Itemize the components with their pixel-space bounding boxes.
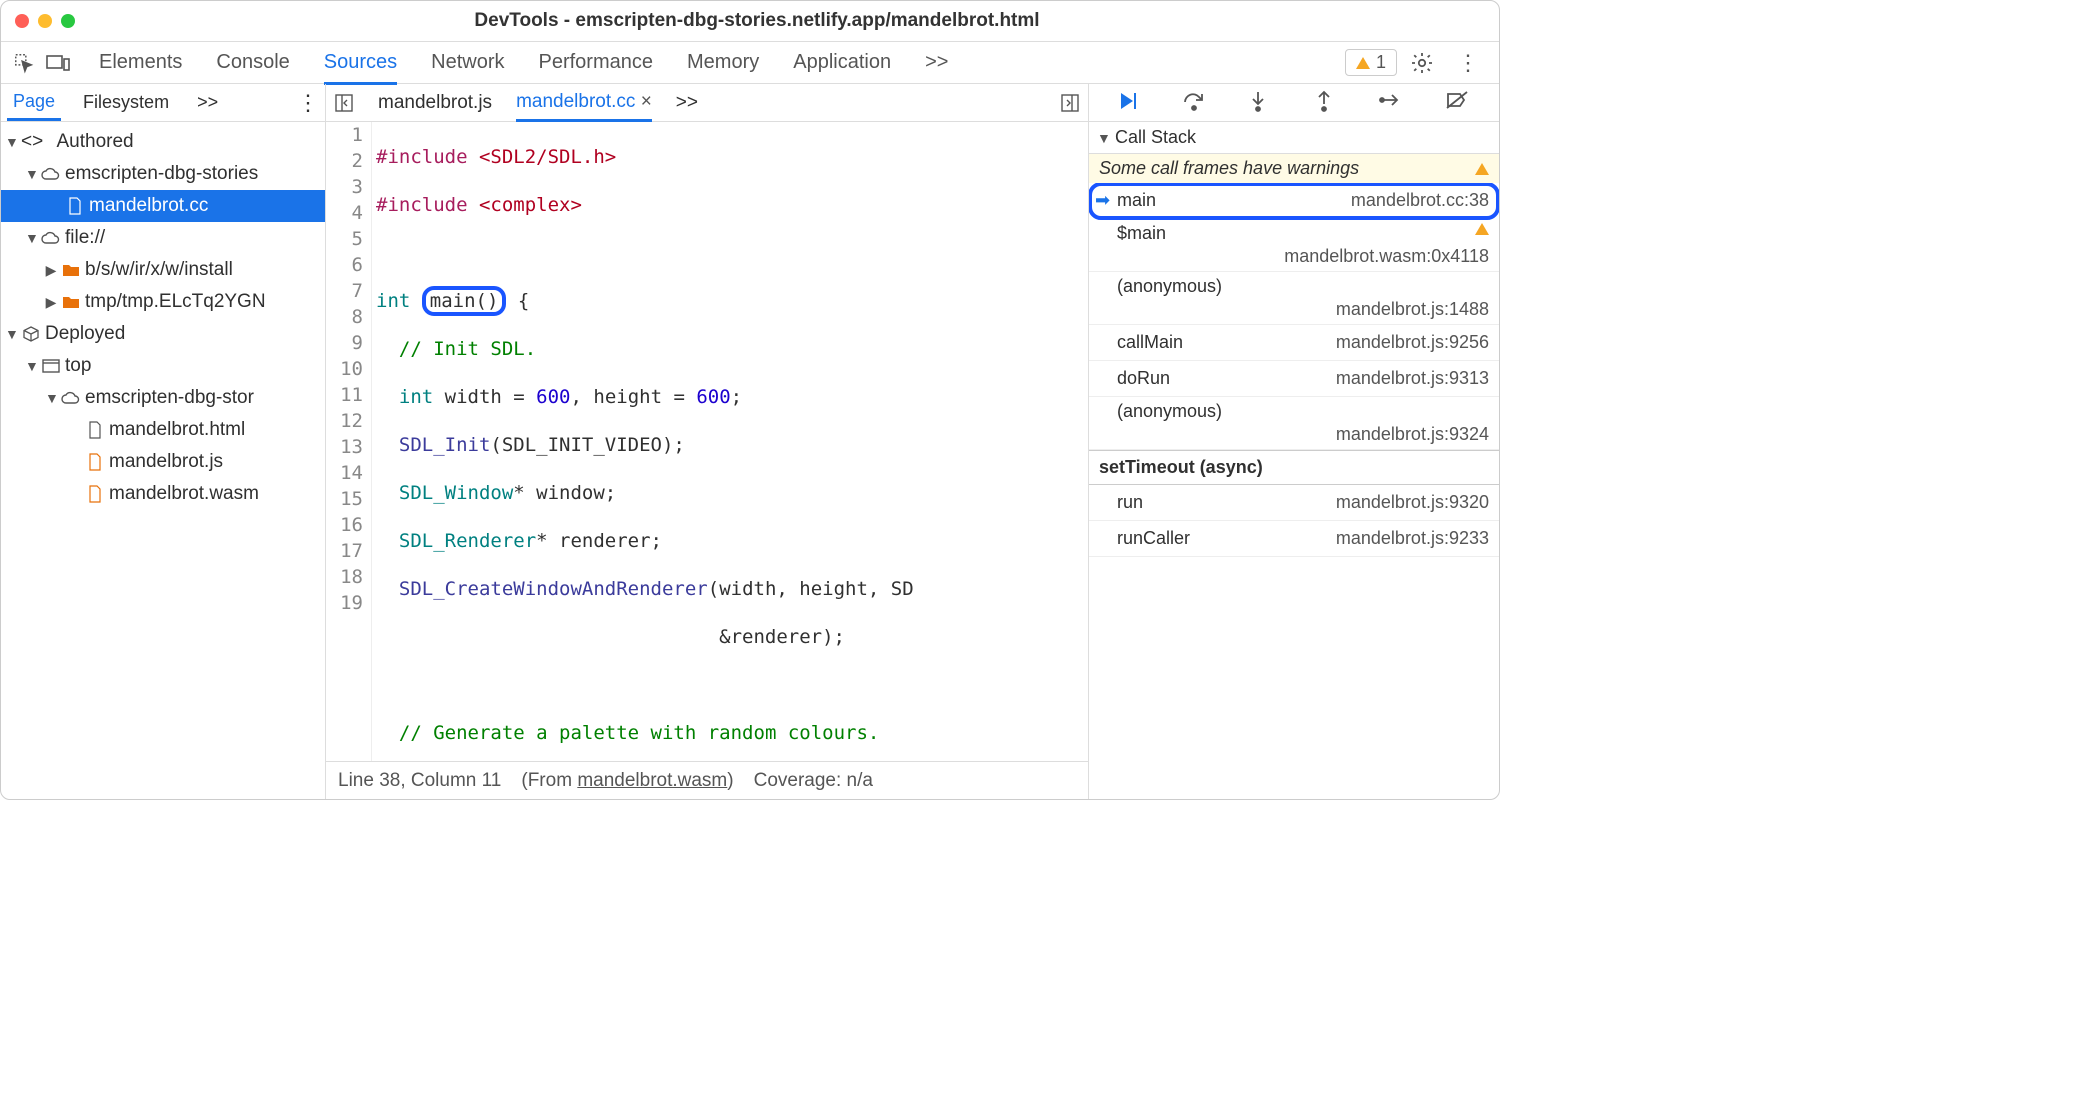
tab-sources[interactable]: Sources: [324, 43, 397, 85]
deactivate-breakpoints-icon[interactable]: [1445, 90, 1471, 116]
current-frame-arrow-icon: ➡: [1095, 190, 1110, 211]
window-titlebar: DevTools - emscripten-dbg-stories.netlif…: [1, 1, 1499, 41]
async-header: setTimeout (async): [1089, 450, 1499, 485]
navigator-sidebar: Page Filesystem >> ⋮ ▼<> Authored ▼emscr…: [1, 84, 326, 799]
settings-gear-icon[interactable]: [1409, 50, 1435, 76]
step-icon[interactable]: [1379, 90, 1405, 116]
callstack-list: ➡ mainmandelbrot.cc:38 $main mandelbrot.…: [1089, 183, 1499, 557]
tab-application[interactable]: Application: [793, 43, 891, 83]
box-icon: [21, 324, 41, 344]
folder-icon: [61, 292, 81, 312]
file-icon: [85, 452, 105, 472]
stack-frame-anon-2[interactable]: (anonymous)mandelbrot.js:9324: [1089, 397, 1499, 450]
close-window-button[interactable]: [15, 14, 29, 28]
debugger-panel: ▼Call Stack Some call frames have warnin…: [1089, 84, 1499, 799]
stack-frame-callmain[interactable]: callMainmandelbrot.js:9256: [1089, 325, 1499, 361]
tabs-overflow[interactable]: >>: [925, 43, 948, 83]
tree-deployed[interactable]: ▼Deployed: [1, 318, 325, 350]
devtools-main-toolbar: Elements Console Sources Network Perform…: [1, 41, 1499, 84]
warning-icon: [1475, 223, 1489, 235]
traffic-lights: [15, 14, 75, 28]
toggle-navigator-icon[interactable]: [334, 93, 354, 113]
tab-performance[interactable]: Performance: [539, 43, 654, 83]
file-icon: [65, 196, 85, 216]
warning-count-badge[interactable]: 1: [1345, 49, 1397, 76]
frame-icon: [41, 356, 61, 376]
more-menu-icon[interactable]: ⋮: [1455, 50, 1481, 76]
stack-frame-dollar-main[interactable]: $main mandelbrot.wasm:0x4118: [1089, 219, 1499, 272]
maximize-window-button[interactable]: [61, 14, 75, 28]
step-into-icon[interactable]: [1248, 90, 1274, 116]
file-icon: [85, 484, 105, 504]
file-tab-js[interactable]: mandelbrot.js: [378, 86, 492, 120]
toggle-debugger-icon[interactable]: [1060, 93, 1080, 113]
device-toggle-icon[interactable]: [45, 50, 71, 76]
inspect-icon[interactable]: [11, 50, 37, 76]
navigator-tab-page[interactable]: Page: [7, 85, 61, 121]
callstack-header[interactable]: ▼Call Stack: [1089, 122, 1499, 154]
tree-top[interactable]: ▼top: [1, 350, 325, 382]
code-editor[interactable]: 12345678910111213141516171819 #include <…: [326, 122, 1088, 761]
file-tab-cc[interactable]: mandelbrot.cc ×: [516, 85, 652, 122]
tab-memory[interactable]: Memory: [687, 43, 759, 83]
stack-frame-runcaller[interactable]: runCallermandelbrot.js:9233: [1089, 521, 1499, 557]
line-gutter: 12345678910111213141516171819: [326, 122, 372, 761]
navigator-more-icon[interactable]: ⋮: [297, 90, 319, 116]
coverage-info: Coverage: n/a: [754, 770, 873, 792]
file-tabs: mandelbrot.js mandelbrot.cc × >>: [326, 84, 1088, 122]
tree-domain-file[interactable]: ▼file://: [1, 222, 325, 254]
tree-file-wasm[interactable]: mandelbrot.wasm: [1, 478, 325, 510]
file-tree: ▼<> Authored ▼emscripten-dbg-stories man…: [1, 122, 325, 799]
tab-elements[interactable]: Elements: [99, 43, 182, 83]
tree-authored[interactable]: ▼<> Authored: [1, 126, 325, 158]
stack-frame-dorun[interactable]: doRunmandelbrot.js:9313: [1089, 361, 1499, 397]
navigator-tabs-overflow[interactable]: >>: [191, 86, 224, 119]
source-from: (From mandelbrot.wasm): [521, 770, 733, 792]
window-title: DevTools - emscripten-dbg-stories.netlif…: [15, 10, 1499, 32]
navigator-tabs: Page Filesystem >> ⋮: [1, 84, 325, 122]
cursor-position: Line 38, Column 11: [338, 770, 501, 792]
editor-panel: mandelbrot.js mandelbrot.cc × >> 1234567…: [326, 84, 1089, 799]
cloud-icon: [41, 164, 61, 184]
cloud-icon: [61, 388, 81, 408]
stack-frame-run[interactable]: runmandelbrot.js:9320: [1089, 485, 1499, 521]
callstack-warning: Some call frames have warnings: [1089, 154, 1499, 183]
minimize-window-button[interactable]: [38, 14, 52, 28]
cloud-icon: [41, 228, 61, 248]
panel-tabs: Elements Console Sources Network Perform…: [99, 43, 948, 83]
file-icon: [85, 420, 105, 440]
stack-frame-main[interactable]: ➡ mainmandelbrot.cc:38: [1089, 183, 1499, 219]
tree-folder-1[interactable]: ▶b/s/w/ir/x/w/install: [1, 254, 325, 286]
tab-console[interactable]: Console: [216, 43, 289, 83]
warning-count: 1: [1376, 52, 1386, 73]
folder-icon: [61, 260, 81, 280]
file-tabs-overflow[interactable]: >>: [676, 86, 698, 120]
close-tab-icon[interactable]: ×: [641, 91, 652, 112]
warning-icon: [1475, 163, 1489, 175]
editor-statusbar: Line 38, Column 11 (From mandelbrot.wasm…: [326, 761, 1088, 799]
tree-file-mandelbrot-cc[interactable]: mandelbrot.cc: [1, 190, 325, 222]
stack-frame-anon-1[interactable]: (anonymous)mandelbrot.js:1488: [1089, 272, 1499, 325]
tree-file-html[interactable]: mandelbrot.html: [1, 414, 325, 446]
step-out-icon[interactable]: [1314, 90, 1340, 116]
tab-network[interactable]: Network: [431, 43, 504, 83]
resume-icon[interactable]: [1117, 90, 1143, 116]
tree-file-js[interactable]: mandelbrot.js: [1, 446, 325, 478]
debugger-controls: [1089, 84, 1499, 122]
highlight-main: main(): [422, 286, 507, 316]
code-body[interactable]: #include <SDL2/SDL.h> #include <complex>…: [372, 122, 1088, 761]
step-over-icon[interactable]: [1182, 90, 1208, 116]
tree-folder-2[interactable]: ▶tmp/tmp.ELcTq2YGN: [1, 286, 325, 318]
warning-icon: [1356, 57, 1370, 69]
tree-domain-2[interactable]: ▼emscripten-dbg-stor: [1, 382, 325, 414]
tree-domain-1[interactable]: ▼emscripten-dbg-stories: [1, 158, 325, 190]
navigator-tab-filesystem[interactable]: Filesystem: [77, 86, 175, 119]
